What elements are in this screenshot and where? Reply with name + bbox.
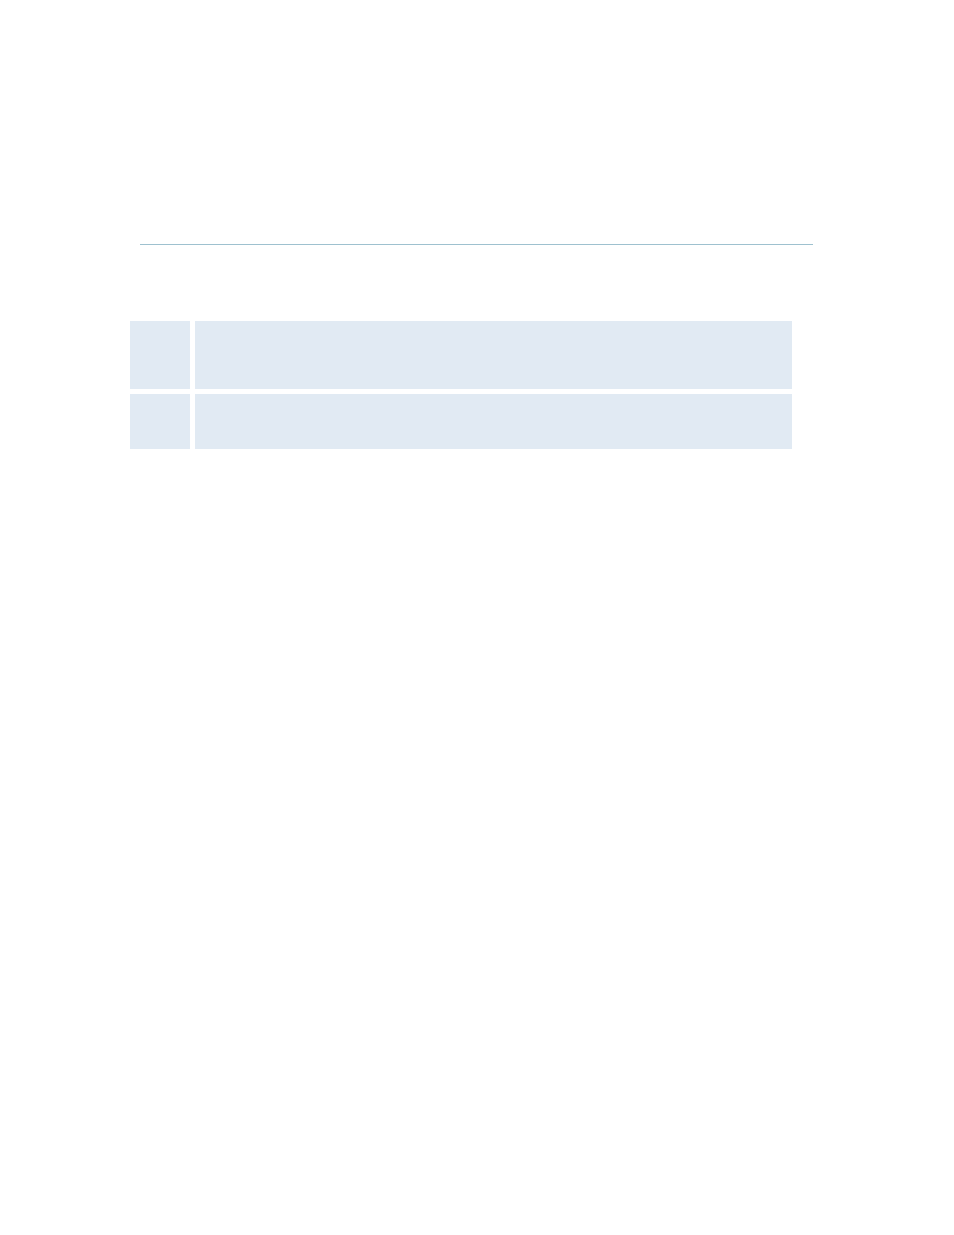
horizontal-divider — [140, 244, 813, 245]
table-cell-value — [195, 321, 792, 389]
table-row — [130, 394, 792, 449]
table-row — [130, 321, 792, 389]
table-cell-value — [195, 394, 792, 449]
table-cell-label — [130, 394, 190, 449]
table-cell-label — [130, 321, 190, 389]
content-table — [130, 321, 792, 449]
